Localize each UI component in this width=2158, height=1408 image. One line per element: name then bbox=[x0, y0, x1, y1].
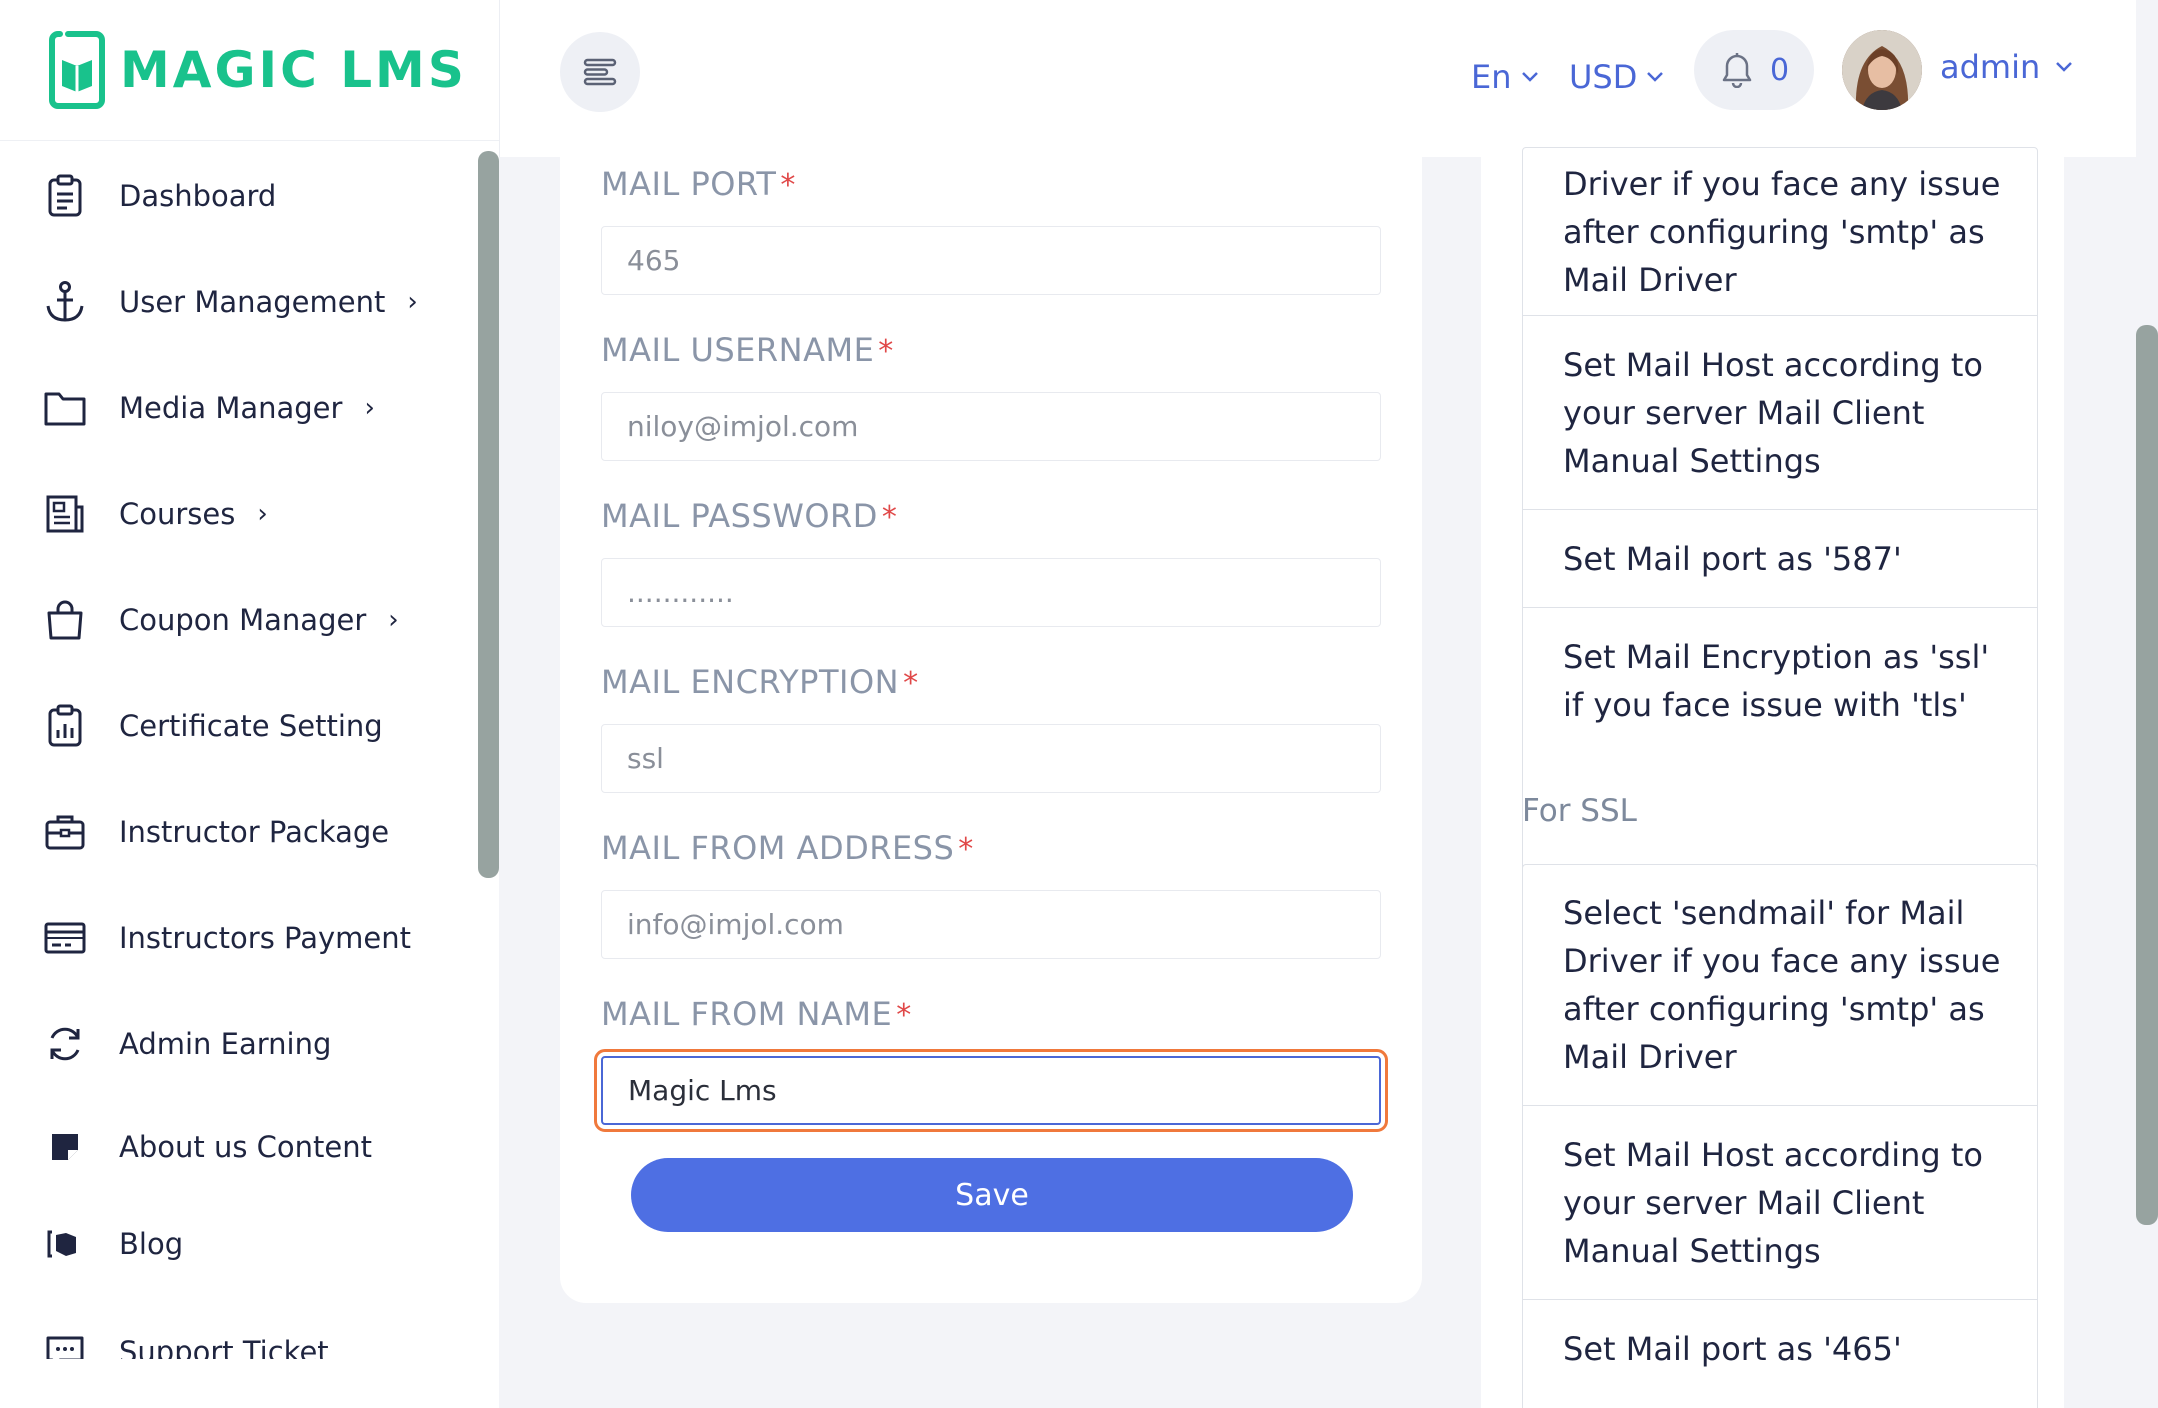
sidebar-item-label: About us Content bbox=[119, 1130, 372, 1164]
mail-password-label: MAIL PASSWORD * bbox=[601, 497, 898, 535]
required-mark: * bbox=[878, 334, 894, 369]
sidebar-nav: Dashboard User Management › Media Manage… bbox=[0, 141, 478, 1359]
save-button[interactable]: Save bbox=[631, 1158, 1353, 1232]
sidebar: MAGIC LMS Dashboard User Management › Me… bbox=[0, 0, 499, 1408]
help-item: Select 'sendmail' for Mail Driver if you… bbox=[1563, 894, 2001, 1076]
sidebar-item-label: Instructor Package bbox=[119, 815, 390, 849]
sidebar-item-blog[interactable]: Blog bbox=[0, 1199, 478, 1289]
mail-from-name-input[interactable] bbox=[594, 1049, 1388, 1132]
chevron-down-icon bbox=[2056, 62, 2073, 72]
required-mark: * bbox=[780, 168, 796, 203]
sidebar-item-label: Dashboard bbox=[119, 179, 277, 213]
currency-dropdown[interactable]: USD bbox=[1569, 58, 1665, 96]
mail-from-address-input[interactable] bbox=[601, 890, 1381, 959]
mail-from-name-label: MAIL FROM NAME * bbox=[601, 995, 912, 1033]
briefcase-icon bbox=[40, 807, 90, 857]
clipboard-icon bbox=[40, 171, 90, 221]
sidebar-item-user-management[interactable]: User Management › bbox=[0, 257, 478, 347]
folder-icon bbox=[40, 383, 90, 433]
newspaper-icon bbox=[40, 489, 90, 539]
sidebar-item-instructors-payment[interactable]: Instructors Payment bbox=[0, 893, 478, 983]
required-mark: * bbox=[958, 832, 974, 867]
sidebar-item-dashboard[interactable]: Dashboard bbox=[0, 151, 478, 241]
mail-settings-form: MAIL PORT* MAIL USERNAME* MAIL PASSWORD*… bbox=[560, 141, 1422, 1303]
anchor-icon bbox=[40, 277, 90, 327]
ssl-help-box: Select 'sendmail' for Mail Driver if you… bbox=[1522, 864, 2038, 1408]
user-menu-dropdown[interactable]: admin bbox=[1940, 48, 2074, 86]
sidebar-item-label: User Management bbox=[119, 285, 386, 319]
credit-card-icon bbox=[40, 913, 90, 963]
mail-help-panel: Driver if you face any issue after confi… bbox=[1481, 147, 2064, 1408]
help-item: Set Mail port as '465' bbox=[1523, 1299, 2037, 1397]
sidebar-item-label: Certificate Setting bbox=[119, 709, 383, 743]
mail-username-input[interactable] bbox=[601, 392, 1381, 461]
mail-port-label: MAIL PORT * bbox=[601, 165, 796, 203]
chevron-down-icon bbox=[1647, 72, 1664, 82]
sidebar-item-label: Instructors Payment bbox=[119, 921, 411, 955]
logo-icon bbox=[49, 31, 105, 109]
shopping-bag-icon bbox=[40, 595, 90, 645]
top-header: En USD 0 admin bbox=[499, 0, 2137, 157]
page-scrollbar-thumb[interactable] bbox=[2136, 325, 2158, 1225]
sidebar-item-instructor-package[interactable]: Instructor Package bbox=[0, 787, 478, 877]
sidebar-item-courses[interactable]: Courses › bbox=[0, 469, 478, 559]
chat-icon bbox=[40, 1327, 90, 1359]
sidebar-item-about-us-content[interactable]: About us Content bbox=[0, 1102, 478, 1192]
help-item: Set Mail Host according to your server M… bbox=[1523, 1105, 2037, 1299]
chevron-down-icon bbox=[1521, 72, 1538, 82]
sidebar-item-admin-earning[interactable]: Admin Earning bbox=[0, 999, 478, 1089]
user-name: admin bbox=[1940, 48, 2041, 86]
required-mark: * bbox=[896, 998, 912, 1033]
chevron-right-icon: › bbox=[388, 605, 399, 635]
mail-from-address-label: MAIL FROM ADDRESS * bbox=[601, 829, 974, 867]
brand-name: MAGIC LMS bbox=[120, 41, 467, 99]
menu-toggle-button[interactable] bbox=[560, 32, 640, 112]
sidebar-item-label: Admin Earning bbox=[119, 1027, 332, 1061]
chevron-right-icon: › bbox=[407, 287, 418, 317]
sidebar-scrollbar-thumb[interactable] bbox=[478, 151, 499, 878]
notification-count: 0 bbox=[1770, 52, 1790, 88]
bell-icon bbox=[1722, 53, 1752, 88]
hamburger-icon bbox=[583, 58, 617, 86]
mail-encryption-label: MAIL ENCRYPTION * bbox=[601, 663, 919, 701]
currency-value: USD bbox=[1569, 58, 1638, 96]
mail-username-label: MAIL USERNAME * bbox=[601, 331, 894, 369]
required-mark: * bbox=[903, 666, 919, 701]
required-mark: * bbox=[881, 500, 898, 535]
help-item: Set Mail Host according to your server M… bbox=[1523, 315, 2037, 509]
sidebar-item-certificate-setting[interactable]: Certificate Setting bbox=[0, 681, 478, 771]
refresh-icon bbox=[40, 1019, 90, 1069]
help-item: Set Mail Encryption as 'ssl' if you face… bbox=[1523, 607, 2037, 753]
sidebar-item-coupon-manager[interactable]: Coupon Manager › bbox=[0, 575, 478, 665]
language-value: En bbox=[1471, 58, 1512, 96]
help-item: Driver if you face any issue after confi… bbox=[1563, 164, 2001, 299]
chevron-right-icon: › bbox=[364, 393, 375, 423]
sidebar-item-media-manager[interactable]: Media Manager › bbox=[0, 363, 478, 453]
chevron-right-icon: › bbox=[257, 499, 268, 529]
ssl-heading: For SSL bbox=[1522, 793, 1637, 829]
mail-port-input[interactable] bbox=[601, 226, 1381, 295]
sticky-note-icon bbox=[40, 1122, 90, 1172]
blog-icon bbox=[40, 1219, 90, 1269]
mail-password-input[interactable] bbox=[601, 558, 1381, 627]
mail-encryption-input[interactable] bbox=[601, 724, 1381, 793]
notifications-button[interactable]: 0 bbox=[1694, 30, 1814, 110]
sidebar-item-label: Media Manager bbox=[119, 391, 343, 425]
sidebar-item-label: Coupon Manager bbox=[119, 603, 367, 637]
avatar[interactable] bbox=[1842, 30, 1922, 110]
language-dropdown[interactable]: En bbox=[1471, 58, 1540, 96]
sidebar-item-label: Courses bbox=[119, 497, 236, 531]
logo[interactable]: MAGIC LMS bbox=[0, 0, 499, 141]
sidebar-item-label: Support Ticket bbox=[119, 1335, 329, 1359]
clipboard-chart-icon bbox=[40, 701, 90, 751]
sidebar-item-support-ticket[interactable]: Support Ticket bbox=[0, 1307, 478, 1359]
help-item: Set Mail port as '587' bbox=[1523, 509, 2037, 607]
sidebar-item-label: Blog bbox=[119, 1227, 184, 1261]
